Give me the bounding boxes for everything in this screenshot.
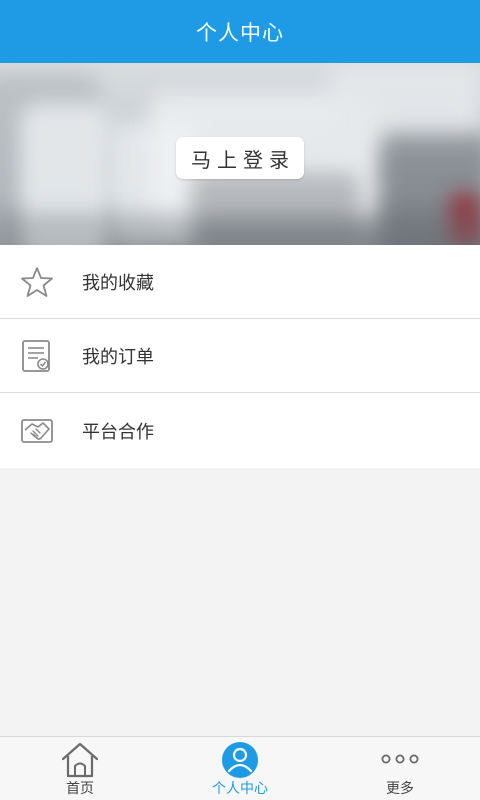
star-icon	[21, 266, 53, 297]
banner-background-shape	[0, 213, 480, 245]
order-list-icon	[22, 339, 50, 372]
menu-item-favorites[interactable]: 我的收藏	[0, 245, 480, 319]
tab-profile[interactable]: 个人中心	[160, 737, 320, 800]
menu-item-orders[interactable]: 我的订单	[0, 319, 480, 393]
page-title: 个人中心	[196, 20, 284, 45]
tab-more[interactable]: 更多	[320, 737, 480, 800]
tab-label: 更多	[386, 781, 414, 797]
user-icon	[222, 742, 258, 778]
menu-item-label: 我的收藏	[82, 272, 154, 294]
menu-item-label: 我的订单	[82, 346, 154, 368]
handshake-icon	[21, 418, 53, 443]
tab-home[interactable]: 首页	[0, 737, 160, 800]
profile-menu: 我的收藏 我的订单 平台合作	[0, 245, 480, 468]
tab-label: 个人中心	[212, 781, 268, 797]
app-screen: 个人中心 马上登录 我的收藏 我的订单 平台合作 首页 个人中心 更多	[0, 0, 480, 800]
more-dots-icon	[381, 754, 419, 764]
profile-banner: 马上登录	[0, 63, 480, 245]
bottom-tab-bar: 首页 个人中心 更多	[0, 736, 480, 800]
menu-item-partnership[interactable]: 平台合作	[0, 393, 480, 468]
top-bar: 个人中心	[0, 0, 480, 63]
home-icon	[61, 742, 99, 778]
tab-label: 首页	[66, 781, 94, 797]
login-button[interactable]: 马上登录	[176, 137, 304, 179]
menu-item-label: 平台合作	[82, 421, 154, 443]
